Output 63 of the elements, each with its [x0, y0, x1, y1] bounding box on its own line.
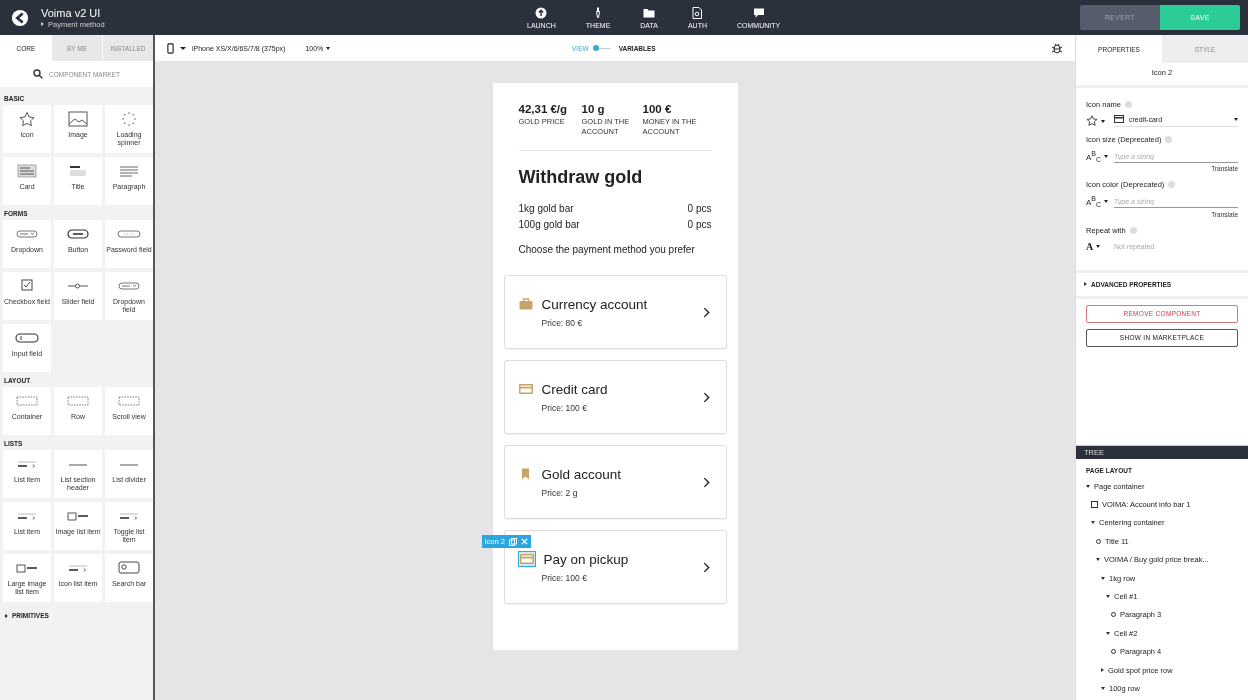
payment-method-card[interactable]: Currency account Price: 80 € — [503, 275, 727, 349]
product-amount: 0 pcs — [687, 202, 712, 216]
component-icon — [117, 163, 141, 179]
method-price: Price: 2 g — [541, 487, 579, 498]
chevron-right-icon — [702, 477, 710, 488]
chat-icon — [752, 6, 765, 19]
method-title: Pay on pickup — [543, 551, 629, 567]
close-icon[interactable] — [520, 538, 528, 545]
collapse-caret-icon[interactable] — [1101, 576, 1105, 580]
component-icon — [117, 393, 141, 409]
method-price: Price: 80 € — [541, 317, 584, 328]
method-title: Currency account — [541, 296, 648, 312]
stat-value: 10 g — [581, 103, 606, 115]
component-icon — [16, 564, 38, 573]
method-price: Price: 100 € — [541, 402, 588, 413]
bug-icon[interactable] — [1051, 42, 1063, 54]
component-icon — [17, 513, 37, 520]
collapse-caret-icon[interactable] — [1106, 595, 1110, 599]
payment-method-card[interactable]: Gold account Price: 2 g — [503, 445, 727, 519]
component-icon — [119, 513, 139, 520]
stat-value: 100 € — [642, 103, 673, 115]
stat-value: 42,31 €/g — [518, 103, 569, 115]
payment-method-card[interactable]: Credit card Price: 100 € — [503, 360, 727, 434]
component-icon — [17, 461, 37, 468]
search-bar-icon — [117, 560, 141, 576]
type-picker[interactable]: A — [1086, 240, 1108, 252]
collapse-caret-icon[interactable] — [1101, 687, 1105, 690]
search-icon — [33, 69, 43, 79]
method-price: Price: 100 € — [541, 572, 588, 583]
product-amount: 0 pcs — [687, 218, 712, 232]
product-name: 100g gold bar — [518, 218, 580, 232]
component-icon — [68, 565, 88, 572]
component-icon — [15, 393, 39, 409]
component-icon — [66, 393, 90, 409]
phone-icon[interactable] — [167, 42, 174, 54]
product-name: 1kg gold bar — [518, 202, 574, 216]
component-icon — [66, 226, 90, 242]
chevron-right-icon — [702, 562, 710, 573]
star-icon — [1086, 115, 1098, 127]
image-icon — [66, 111, 90, 127]
chevron-right-icon — [702, 392, 710, 403]
component-icon — [15, 163, 39, 179]
project-title: Voima v2 UI — [41, 6, 102, 20]
collapse-caret-icon[interactable] — [1091, 521, 1095, 525]
credit-card-icon — [1114, 115, 1124, 123]
collapse-caret-icon[interactable] — [1106, 631, 1110, 635]
collapse-caret-icon[interactable] — [1086, 484, 1090, 488]
logo-icon[interactable] — [11, 8, 29, 27]
chevron-right-icon — [702, 307, 710, 318]
method-title: Credit card — [541, 381, 608, 397]
caret-icon[interactable] — [180, 46, 186, 50]
expand-caret-icon[interactable] — [1101, 668, 1104, 673]
component-icon — [1091, 501, 1098, 509]
method-title: Gold account — [541, 466, 622, 482]
page-heading: Withdraw gold — [518, 167, 644, 188]
component-icon — [67, 512, 89, 521]
duplicate-icon[interactable] — [508, 537, 517, 546]
document-icon — [691, 6, 704, 19]
folder-icon — [643, 6, 656, 19]
collapse-caret-icon[interactable] — [1096, 558, 1100, 562]
component-icon — [15, 330, 39, 346]
upload-icon — [535, 6, 548, 19]
instruction-text: Choose the payment method you prefer — [518, 243, 696, 257]
